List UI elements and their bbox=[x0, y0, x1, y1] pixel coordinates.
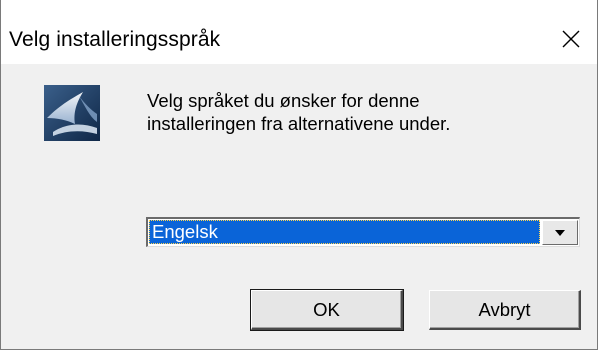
dialog-body: Velg språket du ønsker for denne install… bbox=[1, 64, 597, 349]
language-dialog: Velg installeringsspråk Velg språket du … bbox=[0, 0, 598, 350]
window-title: Velg installeringsspråk bbox=[9, 28, 221, 51]
installer-logo-icon bbox=[44, 85, 100, 141]
close-icon bbox=[562, 30, 580, 48]
instruction-line-2: installeringen fra alternativene under. bbox=[147, 113, 451, 134]
dropdown-arrow-icon bbox=[555, 229, 565, 236]
close-button[interactable] bbox=[553, 22, 589, 56]
ok-button[interactable]: OK bbox=[250, 289, 404, 331]
title-bar[interactable]: Velg installeringsspråk bbox=[1, 0, 597, 64]
instruction-text: Velg språket du ønsker for denne install… bbox=[147, 89, 567, 135]
instruction-line-1: Velg språket du ønsker for denne bbox=[147, 90, 420, 111]
language-dropdown[interactable]: Engelsk bbox=[146, 217, 580, 247]
dropdown-button[interactable] bbox=[542, 220, 578, 245]
cancel-button[interactable]: Avbryt bbox=[429, 290, 581, 330]
language-dropdown-value[interactable]: Engelsk bbox=[149, 220, 540, 244]
